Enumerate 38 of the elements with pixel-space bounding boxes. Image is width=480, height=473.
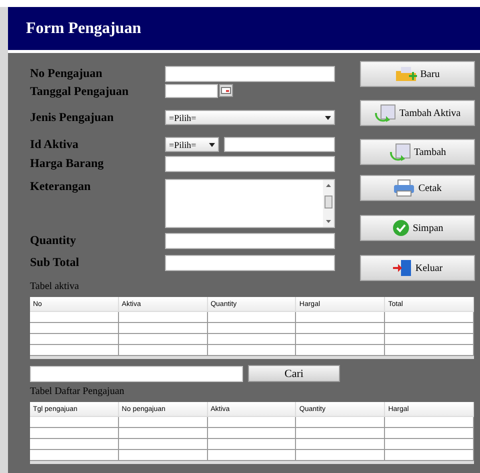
exit-door-icon xyxy=(392,259,412,277)
field-label: Quantity xyxy=(30,233,78,248)
input-field[interactable] xyxy=(165,84,218,98)
caret-icon xyxy=(209,142,215,146)
add-rows-icon xyxy=(388,143,411,161)
action-button[interactable]: Cetak xyxy=(360,175,475,201)
input-field[interactable] xyxy=(165,233,335,249)
input-field[interactable] xyxy=(165,255,335,271)
table-title: Tabel aktiva xyxy=(30,281,80,293)
calendar-button[interactable] xyxy=(219,84,233,97)
input-field[interactable] xyxy=(224,137,335,152)
action-button[interactable]: Simpan xyxy=(360,215,475,241)
dropdown[interactable]: =Pilih= xyxy=(165,110,335,125)
field-label: Keterangan xyxy=(30,179,92,194)
action-button[interactable]: Tambah xyxy=(360,139,475,165)
action-button[interactable]: Tambah Aktiva xyxy=(360,100,475,126)
dropdown[interactable]: =Pilih= xyxy=(165,137,219,152)
table-title: Tabel Daftar Pengajuan xyxy=(30,386,126,398)
window-title: Form Pengajuan xyxy=(26,18,142,38)
printer-icon xyxy=(393,179,416,197)
field-label: Sub Total xyxy=(30,255,80,270)
action-button[interactable]: Baru xyxy=(360,61,475,87)
field-label: Id Aktiva xyxy=(30,137,80,152)
field-label: Tanggal Pengajuan xyxy=(30,84,130,99)
scrollbar[interactable] xyxy=(323,180,334,227)
action-button[interactable]: Keluar xyxy=(360,255,475,281)
add-rows-icon xyxy=(374,104,396,122)
input-field[interactable] xyxy=(165,66,335,82)
search-field[interactable] xyxy=(30,366,243,382)
check-icon xyxy=(392,219,410,237)
calendar-icon xyxy=(221,87,231,94)
field-label: Jenis Pengajuan xyxy=(30,110,115,125)
search-button[interactable]: Cari xyxy=(248,365,340,382)
input-field[interactable] xyxy=(165,156,335,172)
field-label: No Pengajuan xyxy=(30,66,104,81)
field-label: Harga Barang xyxy=(30,156,105,171)
folder-icon xyxy=(395,66,418,82)
caret-icon xyxy=(325,116,331,120)
